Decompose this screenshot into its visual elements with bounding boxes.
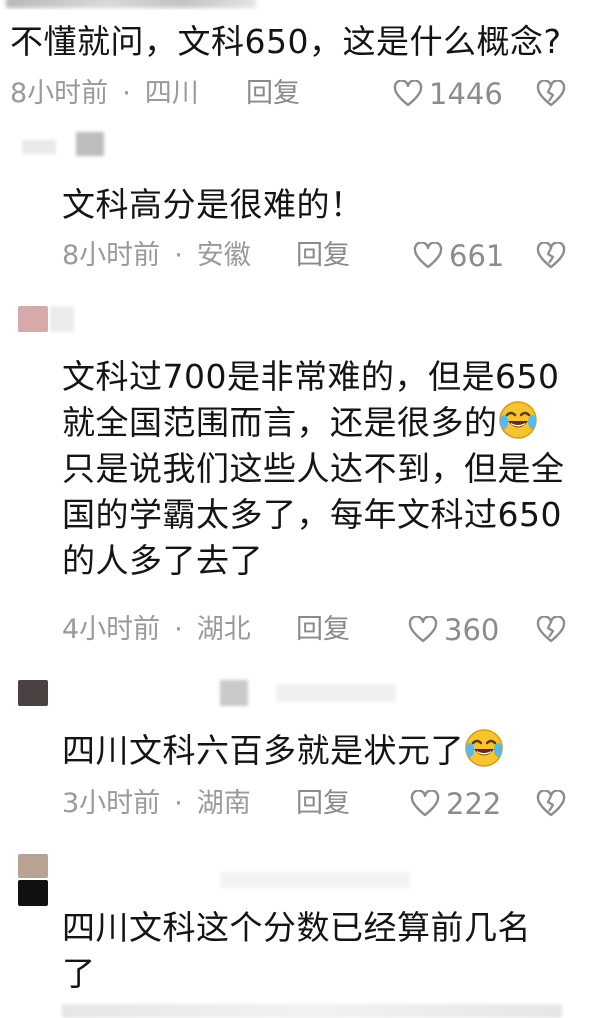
comment-line: 四川文科六百多就是状元了 — [62, 731, 464, 770]
comment-text: 四川文科六百多就是状元了 — [62, 728, 504, 773]
like-button[interactable]: 1446 — [393, 78, 503, 110]
comment-meta: 3小时前 · 湖南 — [62, 788, 251, 820]
comment-line: 只是说我们这些人达不到，但是全 — [62, 449, 565, 488]
like-count: 661 — [449, 239, 505, 273]
broken-heart-icon — [536, 789, 566, 817]
reply-button[interactable]: 回复 — [246, 78, 300, 110]
comment-time: 8小时前 — [10, 78, 109, 109]
cut-off-username — [0, 0, 600, 10]
comment-time: 4小时前 — [62, 614, 161, 645]
comment-text: 四川文科这个分数已经算前几名 了 — [62, 905, 531, 997]
like-count: 360 — [444, 613, 500, 647]
heart-outline-icon — [408, 616, 438, 643]
heart-outline-icon — [410, 790, 440, 817]
like-button[interactable]: 222 — [410, 788, 501, 820]
comment-location: 湖南 — [196, 788, 251, 819]
comment-line: 四川文科这个分数已经算前几名 — [62, 908, 531, 947]
comment-meta: 4小时前 · 湖北 — [62, 614, 251, 646]
avatar-blurred — [22, 140, 56, 154]
separator-dot: · — [174, 614, 183, 645]
comment-line: 了 — [62, 954, 96, 993]
like-count: 222 — [446, 787, 502, 821]
dislike-button[interactable] — [536, 789, 566, 822]
reply-button[interactable]: 回复 — [296, 240, 350, 272]
comment-text: 文科过700是非常难的，但是650 就全国范围而言，还是很多的 只是说我们这些人… — [62, 354, 565, 584]
blurred-username — [6, 0, 256, 8]
broken-heart-icon — [536, 241, 566, 269]
comment-location: 湖北 — [196, 614, 251, 645]
dislike-button[interactable] — [536, 79, 566, 112]
comment-line: 的人多了去了 — [62, 541, 263, 580]
like-button[interactable]: 661 — [413, 240, 504, 272]
blurred-username — [220, 872, 410, 888]
comment-text: 不懂就问，文科650，这是什么概念? — [10, 22, 562, 61]
avatar[interactable] — [18, 306, 48, 332]
comment-text: 文科高分是很难的！ — [62, 185, 364, 224]
comment-meta: 8小时前 · 安徽 — [62, 240, 251, 272]
separator-dot: · — [122, 78, 131, 109]
heart-outline-icon — [413, 242, 443, 269]
dislike-button[interactable] — [536, 241, 566, 274]
heart-outline-icon — [393, 80, 423, 107]
like-button[interactable]: 360 — [408, 614, 499, 646]
like-count: 1446 — [429, 77, 503, 111]
avatar-lower — [18, 880, 48, 906]
separator-dot: · — [174, 240, 183, 271]
avatar[interactable] — [18, 680, 48, 706]
avatar[interactable] — [18, 854, 48, 878]
separator-dot: · — [174, 788, 183, 819]
comment-line: 就全国范围而言，还是很多的 — [62, 403, 498, 442]
comment-line: 文科过700是非常难的，但是650 — [62, 357, 560, 396]
broken-heart-icon — [536, 615, 566, 643]
comment-time: 8小时前 — [62, 240, 161, 271]
comment-meta: 8小时前 · 四川 — [10, 78, 199, 110]
comment-line: 国的学霸太多了，每年文科过650 — [62, 495, 562, 534]
blurred-username[interactable] — [50, 306, 74, 332]
laughing-tears-emoji — [464, 728, 504, 768]
cut-off-meta — [62, 1004, 562, 1018]
blurred-username[interactable] — [220, 680, 248, 706]
comment-time: 3小时前 — [62, 788, 161, 819]
blurred-username[interactable] — [76, 132, 104, 156]
broken-heart-icon — [536, 79, 566, 107]
reply-button[interactable]: 回复 — [296, 614, 350, 646]
comment-location: 四川 — [144, 78, 199, 109]
comment-location: 安徽 — [196, 240, 251, 271]
dislike-button[interactable] — [536, 615, 566, 648]
reply-button[interactable]: 回复 — [296, 788, 350, 820]
laughing-tears-emoji — [498, 400, 538, 440]
blurred-username-tail — [276, 684, 396, 702]
